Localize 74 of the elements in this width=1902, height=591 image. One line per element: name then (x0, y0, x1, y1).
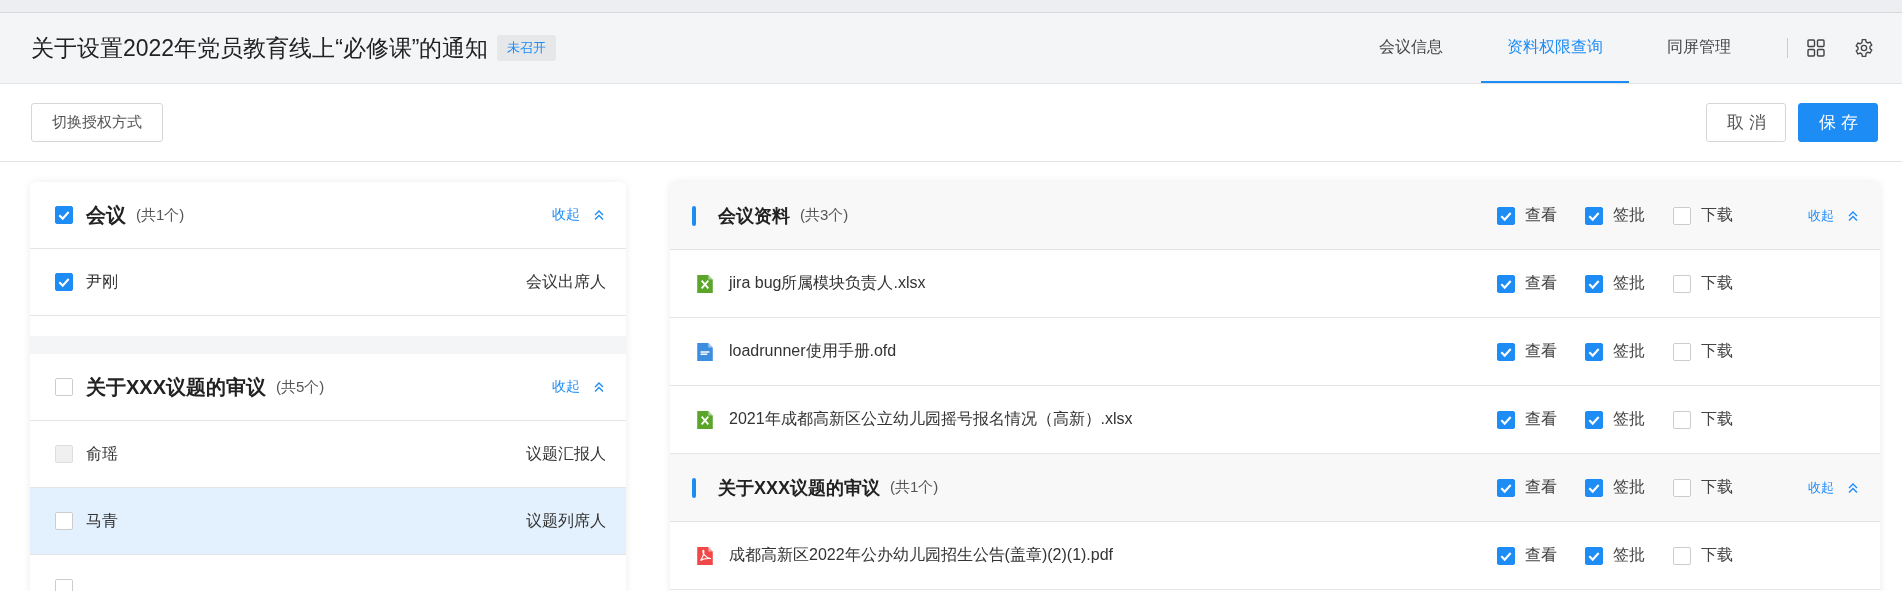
document-file-icon (696, 341, 714, 362)
checkbox[interactable] (1585, 274, 1603, 293)
member-row[interactable]: 马青 议题列席人 (30, 488, 626, 555)
group-title: 关于XXX议题的审议 (86, 374, 267, 400)
checkbox[interactable] (55, 273, 73, 291)
permission-label: 查看 (1525, 477, 1557, 497)
member-role: 会议出席人 (526, 271, 606, 292)
checkbox[interactable] (55, 206, 73, 224)
checkbox[interactable] (1497, 342, 1515, 361)
checkbox[interactable] (1497, 274, 1515, 293)
group-title: 关于XXX议题的审议 (718, 476, 881, 500)
permission-label: 下载 (1701, 477, 1733, 497)
checkbox[interactable] (1585, 410, 1603, 429)
switch-auth-button[interactable]: 切换授权方式 (31, 103, 163, 142)
permission-label: 下载 (1701, 545, 1733, 565)
permission-label: 查看 (1525, 409, 1557, 429)
file-name: loadrunner使用手册.ofd (729, 341, 897, 361)
checkbox[interactable] (1673, 478, 1691, 497)
spreadsheet-file-icon (696, 409, 714, 430)
permission-label: 查看 (1525, 545, 1557, 565)
collapse-link[interactable]: 收起 (552, 206, 580, 224)
group-count: (共1个) (890, 478, 939, 497)
file-name: 成都高新区2022年公办幼儿园招生公告(盖章)(2)(1).pdf (729, 545, 1114, 565)
checkbox[interactable] (1673, 410, 1691, 429)
cancel-button[interactable]: 取消 (1706, 103, 1786, 142)
checkbox[interactable] (1585, 206, 1603, 225)
file-name: 2021年成都高新区公立幼儿园摇号报名情况（高新）.xlsx (729, 409, 1133, 429)
permission-label: 签批 (1613, 341, 1645, 361)
page-title: 关于设置2022年党员教育线上“必修课”的通知 (31, 33, 489, 63)
group-count: (共1个) (136, 205, 185, 225)
permission-label: 签批 (1613, 273, 1645, 293)
checkbox[interactable] (1673, 206, 1691, 225)
checkbox[interactable] (55, 378, 73, 396)
permission-label: 查看 (1525, 341, 1557, 361)
checkbox[interactable] (1673, 546, 1691, 565)
checkbox[interactable] (1585, 342, 1603, 361)
collapse-link[interactable]: 收起 (552, 378, 580, 396)
checkbox[interactable] (1497, 546, 1515, 565)
checkbox[interactable] (1673, 342, 1691, 361)
status-badge: 未召开 (497, 35, 557, 61)
permission-label: 签批 (1613, 409, 1645, 429)
member-row[interactable]: 尹刚 会议出席人 (30, 249, 626, 316)
permission-label: 下载 (1701, 205, 1733, 225)
member-role: 议题列席人 (526, 510, 606, 531)
member-name: 尹刚 (86, 271, 118, 292)
permission-label: 签批 (1613, 205, 1645, 225)
checkbox[interactable] (1585, 478, 1603, 497)
file-name: jira bug所属模块负责人.xlsx (729, 273, 926, 293)
checkbox[interactable] (55, 512, 73, 530)
checkbox[interactable] (1497, 478, 1515, 497)
group-count: (共5个) (276, 377, 325, 397)
double-chevron-up-icon[interactable] (592, 380, 606, 394)
permission-label: 下载 (1701, 273, 1733, 293)
permission-label: 下载 (1701, 341, 1733, 361)
permission-label: 查看 (1525, 273, 1557, 293)
member-name: 俞瑶 (86, 443, 118, 464)
spreadsheet-file-icon (696, 273, 714, 294)
grid-icon[interactable] (1806, 38, 1826, 58)
settings-icon[interactable] (1854, 38, 1874, 58)
pdf-file-icon (696, 545, 714, 566)
group-title: 会议 (86, 202, 126, 228)
checkbox[interactable] (1497, 410, 1515, 429)
checkbox[interactable] (1673, 274, 1691, 293)
checkbox[interactable] (1585, 546, 1603, 565)
member-name: 马青 (86, 510, 118, 531)
group-title: 会议资料 (718, 204, 790, 228)
permission-label: 签批 (1613, 477, 1645, 497)
group-count: (共3个) (800, 206, 849, 225)
double-chevron-up-icon[interactable] (592, 208, 606, 222)
permission-label: 签批 (1613, 545, 1645, 565)
checkbox[interactable] (1497, 206, 1515, 225)
permission-label: 下载 (1701, 409, 1733, 429)
member-role: 议题汇报人 (526, 443, 606, 464)
permission-label: 查看 (1525, 205, 1557, 225)
